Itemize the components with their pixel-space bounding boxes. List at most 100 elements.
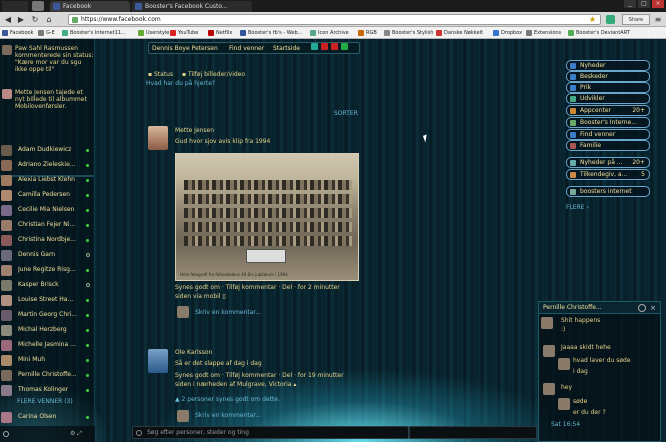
post-author[interactable]: Mette Jensen <box>175 127 214 135</box>
bookmark-rgb[interactable]: RGB <box>358 28 377 38</box>
avatar[interactable] <box>148 349 168 373</box>
home-icon[interactable]: ⌂ <box>44 15 54 24</box>
post-actions[interactable]: Synes godt om · Tilføj kommentar · Del ·… <box>175 284 340 292</box>
chat-options-icon[interactable]: ⚙ ⤢ <box>70 430 82 438</box>
friend-item[interactable]: Mini Muh <box>1 353 94 367</box>
search-bar[interactable]: Søg efter personer, steder og ting <box>132 426 409 439</box>
back-icon[interactable]: ◀ <box>3 15 13 24</box>
bookmark-extensions[interactable]: Extensions <box>526 28 561 38</box>
close-button[interactable]: × <box>652 0 664 8</box>
avatar <box>1 265 12 276</box>
find-friends-link[interactable]: Find venner <box>229 43 264 54</box>
extension-icon[interactable] <box>606 15 615 24</box>
profile-icon[interactable] <box>32 1 44 11</box>
nav-booster-internet[interactable]: Booster's Interne... <box>566 117 650 128</box>
avatar[interactable] <box>148 126 168 150</box>
bookmark-booster-internet[interactable]: Booster's Internet11... <box>62 28 126 38</box>
nav-developer[interactable]: Udvikler <box>566 93 650 104</box>
notifications-icon[interactable] <box>331 43 338 50</box>
notification-item[interactable]: Mette Jensen tajede et nyt billede til a… <box>2 89 94 110</box>
avatar <box>1 355 12 366</box>
bookmark-star-icon[interactable]: ★ <box>589 15 596 25</box>
post-actions[interactable]: Synes godt om · Tilføj kommentar · Del ·… <box>175 372 344 380</box>
likes-summary[interactable]: ▲ 2 personer synes godt om dette. <box>175 396 280 404</box>
friend-item[interactable]: Kasper Brisck <box>1 278 94 292</box>
friend-item[interactable]: June Regitze Risg... <box>1 263 94 277</box>
friend-item[interactable]: Alexia Liebst Klehn <box>1 173 94 187</box>
location-icon: ▴ <box>293 381 297 388</box>
home-link[interactable]: Startside <box>273 43 300 54</box>
avatar <box>1 280 12 291</box>
chat-settings-icon[interactable] <box>638 304 646 312</box>
friend-item[interactable]: Christian Fejer Ni... <box>1 218 94 232</box>
nav-appcenter[interactable]: Appcenter 20+ <box>566 105 650 116</box>
bookmark-ge[interactable]: G-E <box>38 28 55 38</box>
tab-booster-custom[interactable]: Booster's Facebook Custo... <box>132 1 252 12</box>
bookmark-booster-stylish[interactable]: Booster's Stylish <box>384 28 433 38</box>
status-tab[interactable]: ▪ Status <box>148 71 173 78</box>
nav-reactions[interactable]: Tilkendegiv, a... 5 <box>566 169 650 180</box>
more-friends-link[interactable]: FLERE VENNER (3) <box>17 398 73 405</box>
add-photo-tab[interactable]: ▪ Tilføj billeder/video <box>182 71 245 78</box>
nav-find-friends[interactable]: Find venner <box>566 129 650 140</box>
messages-icon[interactable] <box>321 43 328 50</box>
bookmark-userstyle[interactable]: Userstyle <box>138 28 169 38</box>
more-link[interactable]: FLERE › <box>566 204 589 211</box>
browser-menu-button[interactable] <box>2 1 28 12</box>
minimize-button[interactable]: _ <box>624 0 636 8</box>
address-bar[interactable]: https://www.facebook.com ★ <box>68 14 601 25</box>
friend-item[interactable]: Camilla Pedersen <box>1 188 94 202</box>
friend-item[interactable]: Martin Georg Chri... <box>1 308 94 322</box>
friend-item[interactable]: Michal Herzberg <box>1 323 94 337</box>
settings-icon[interactable] <box>341 43 348 50</box>
online-status-icon <box>86 329 89 332</box>
share-button[interactable]: Share <box>622 14 650 25</box>
bookmark-facebook[interactable]: Facebook <box>2 28 34 38</box>
forward-icon[interactable]: ▶ <box>16 15 26 24</box>
friend-item[interactable]: Michelle Jasmina ... <box>1 338 94 352</box>
profile-link[interactable]: Dennis Boye Petersen <box>152 43 218 54</box>
status-input[interactable]: Hvad har du på hjerte? <box>146 80 215 87</box>
notification-item[interactable]: Paw Sahl Rasmussen kommenterede sin stat… <box>2 45 94 73</box>
nav-family[interactable]: Familie <box>566 140 650 151</box>
post-photo[interactable]: Hele fotografi fra folkeskolens 40-års j… <box>175 153 359 281</box>
tab-facebook[interactable]: Facebook <box>50 1 130 12</box>
comment-input[interactable]: Skriv en kommentar... <box>195 309 261 317</box>
bookmark-deviantart[interactable]: Booster's DeviantART <box>568 28 630 38</box>
friend-requests-icon[interactable] <box>311 43 318 50</box>
friend-item[interactable]: Louise Street Ha... <box>1 293 94 307</box>
lock-icon <box>72 17 78 23</box>
avatar <box>2 45 12 55</box>
friend-item[interactable]: Cecilie Mia Nielsen <box>1 203 94 217</box>
friend-item[interactable]: Carina Olsen <box>1 410 94 424</box>
comment-input[interactable]: Skriv en kommentar... <box>195 412 261 420</box>
nav-pokes[interactable]: Prik <box>566 82 650 93</box>
friend-item[interactable]: Pernille Christoffe... <box>1 368 94 382</box>
bookmark-dropbox[interactable]: Dropbox <box>493 28 522 38</box>
friend-item[interactable]: Thomas Kolinger <box>1 383 94 397</box>
bookmark-icon-archive[interactable]: Icon Archive <box>310 28 349 38</box>
close-icon[interactable]: × <box>650 302 656 314</box>
bookmarks-bar: Facebook G-E Booster's Internet11... Use… <box>0 27 666 39</box>
bookmark-netflix[interactable]: Netflix <box>208 28 232 38</box>
reload-icon[interactable]: ↻ <box>30 15 40 24</box>
nav-messages[interactable]: Beskeder <box>566 71 650 82</box>
sort-link[interactable]: SORTER <box>334 110 358 117</box>
avatar <box>543 383 555 395</box>
nav-news-on[interactable]: Nyheder på ... 20+ <box>566 157 650 168</box>
nav-news[interactable]: Nyheder <box>566 60 650 71</box>
wrench-icon[interactable]: ≡ <box>653 15 663 24</box>
post-author[interactable]: Ole Karlsson <box>175 349 212 357</box>
bookmark-booster-fbs[interactable]: Booster's fb's - Web... <box>240 28 302 38</box>
chat-header[interactable]: Pernille Christoffe... × <box>539 302 660 314</box>
friend-item[interactable]: Adam Dudkiewicz <box>1 143 94 157</box>
friend-item[interactable]: Adriano Zieleskie... <box>1 158 94 172</box>
chat-message: er du der ? <box>573 409 606 416</box>
bookmark-youtube[interactable]: YouTube <box>170 28 198 38</box>
friend-item[interactable]: Dennis Garn <box>1 248 94 262</box>
nav-boosters-internet[interactable]: boosters internet <box>566 186 650 197</box>
friend-item[interactable]: Christina Nordbje... <box>1 233 94 247</box>
maximize-button[interactable]: □ <box>638 0 650 8</box>
bookmark-danske[interactable]: Danske Nøkkelt <box>436 28 483 38</box>
chat-settings-icon[interactable] <box>3 431 9 437</box>
